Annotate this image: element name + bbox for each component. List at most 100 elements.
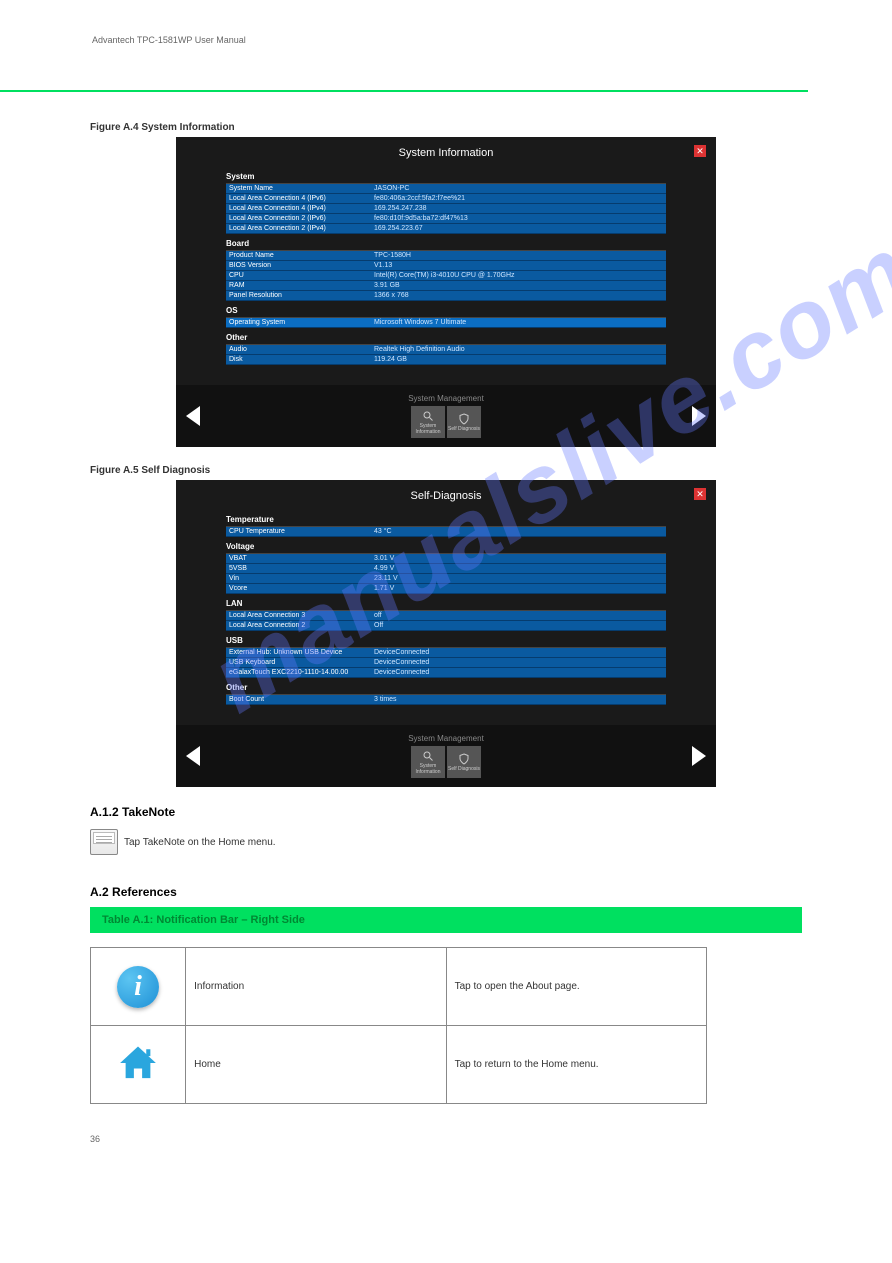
data-key: External Hub: Unknown USB Device <box>229 649 374 656</box>
data-value: TPC-1580H <box>374 252 663 259</box>
references-heading: A.2 References <box>90 885 802 899</box>
data-value: 1.71 V <box>374 585 663 592</box>
tile-label: System Information <box>411 763 445 775</box>
data-key: Panel Resolution <box>229 292 374 299</box>
takenote-heading: A.1.2 TakeNote <box>90 805 802 819</box>
data-row: External Hub: Unknown USB DeviceDeviceCo… <box>226 648 666 658</box>
data-row: Vin23.11 V <box>226 574 666 584</box>
data-key: Vin <box>229 575 374 582</box>
data-key: eGalaxTouch EXC2210-1110-14.00.00 <box>229 669 374 676</box>
tile-label: Self Diagnosis <box>448 766 480 772</box>
data-row: AudioRealtek High Definition Audio <box>226 345 666 355</box>
data-value: 43 °C <box>374 528 663 535</box>
data-row: USB KeyboardDeviceConnected <box>226 658 666 668</box>
section-header: Temperature <box>226 513 666 527</box>
references-table: i InformationTap to open the About page.H… <box>90 947 707 1104</box>
close-icon[interactable]: ✕ <box>694 145 706 157</box>
data-value: fe80:d10f:9d5a:ba72:df47%13 <box>374 215 663 222</box>
self-diagnosis-tile[interactable]: Self Diagnosis <box>447 406 481 438</box>
data-row: Local Area Connection 2 (IPv4)169.254.22… <box>226 224 666 234</box>
self-diagnosis-tile[interactable]: Self Diagnosis <box>447 746 481 778</box>
page-header: Advantech TPC-1581WP User Manual <box>92 35 246 45</box>
data-key: Disk <box>229 356 374 363</box>
tile-label: System Information <box>411 423 445 435</box>
section-header: Other <box>226 331 666 345</box>
data-key: Local Area Connection 3 <box>229 612 374 619</box>
tile-label: Self Diagnosis <box>448 426 480 432</box>
data-value: 4.99 V <box>374 565 663 572</box>
data-key: 5VSB <box>229 565 374 572</box>
data-row: eGalaxTouch EXC2210-1110-14.00.00DeviceC… <box>226 668 666 678</box>
data-key: Audio <box>229 346 374 353</box>
data-row: BIOS VersionV1.13 <box>226 261 666 271</box>
data-value: 169.254.247.238 <box>374 205 663 212</box>
info-icon: i <box>117 966 159 1008</box>
section-header: LAN <box>226 597 666 611</box>
data-value: 3.01 V <box>374 555 663 562</box>
next-arrow-icon[interactable] <box>692 746 706 766</box>
section-header: Other <box>226 681 666 695</box>
system-information-screenshot: System Information ✕ SystemSystem NameJA… <box>176 137 716 447</box>
data-row: Boot Count3 times <box>226 695 666 705</box>
data-key: USB Keyboard <box>229 659 374 666</box>
data-row: Operating SystemMicrosoft Windows 7 Ulti… <box>226 318 666 328</box>
prev-arrow-icon[interactable] <box>186 746 200 766</box>
data-value: Off <box>374 622 663 629</box>
window-title: Self-Diagnosis <box>411 490 482 502</box>
data-row: Product NameTPC-1580H <box>226 251 666 261</box>
close-icon[interactable]: ✕ <box>694 488 706 500</box>
data-key: RAM <box>229 282 374 289</box>
data-row: Panel Resolution1366 x 768 <box>226 291 666 301</box>
data-value: Intel(R) Core(TM) i3-4010U CPU @ 1.70GHz <box>374 272 663 279</box>
data-row: Local Area Connection 3off <box>226 611 666 621</box>
data-key: VBAT <box>229 555 374 562</box>
data-row: CPU Temperature43 °C <box>226 527 666 537</box>
data-key: System Name <box>229 185 374 192</box>
data-value: Realtek High Definition Audio <box>374 346 663 353</box>
prev-arrow-icon[interactable] <box>186 406 200 426</box>
figure-a5-caption: Figure A.5 Self Diagnosis <box>90 465 802 476</box>
data-value: fe80:406a:2ccf:5fa2:f7ee%21 <box>374 195 663 202</box>
data-row: Local Area Connection 4 (IPv6)fe80:406a:… <box>226 194 666 204</box>
system-information-tile[interactable]: System Information <box>411 406 445 438</box>
data-key: BIOS Version <box>229 262 374 269</box>
data-row: Vcore1.71 V <box>226 584 666 594</box>
label-cell: Home <box>186 1026 446 1104</box>
data-value: JASON-PC <box>374 185 663 192</box>
data-row: Local Area Connection 2Off <box>226 621 666 631</box>
data-key: CPU <box>229 272 374 279</box>
section-header: System <box>226 170 666 184</box>
data-value: 3 times <box>374 696 663 703</box>
section-header: USB <box>226 634 666 648</box>
data-row: 5VSB4.99 V <box>226 564 666 574</box>
data-row: System NameJASON-PC <box>226 184 666 194</box>
data-row: Local Area Connection 2 (IPv6)fe80:d10f:… <box>226 214 666 224</box>
label-cell: Information <box>186 948 446 1026</box>
data-value: DeviceConnected <box>374 649 663 656</box>
data-value: 169.254.223.67 <box>374 225 663 232</box>
data-key: CPU Temperature <box>229 528 374 535</box>
data-key: Product Name <box>229 252 374 259</box>
top-divider <box>0 90 808 92</box>
next-arrow-icon[interactable] <box>692 406 706 426</box>
data-row: RAM3.91 GB <box>226 281 666 291</box>
data-value: V1.13 <box>374 262 663 269</box>
page-number: 36 <box>0 1134 892 1144</box>
data-row: CPUIntel(R) Core(TM) i3-4010U CPU @ 1.70… <box>226 271 666 281</box>
table-a1-caption: Table A.1: Notification Bar – Right Side <box>90 907 802 933</box>
desc-cell: Tap to return to the Home menu. <box>446 1026 706 1104</box>
footer-label: System Management <box>408 734 484 743</box>
self-diagnosis-screenshot: Self-Diagnosis ✕ TemperatureCPU Temperat… <box>176 480 716 787</box>
figure-a4-caption: Figure A.4 System Information <box>90 122 802 133</box>
section-header: Board <box>226 237 666 251</box>
data-value: 1366 x 768 <box>374 292 663 299</box>
data-value: DeviceConnected <box>374 659 663 666</box>
table-row: i InformationTap to open the About page. <box>91 948 707 1026</box>
desc-cell: Tap to open the About page. <box>446 948 706 1026</box>
section-header: Voltage <box>226 540 666 554</box>
data-key: Local Area Connection 2 (IPv4) <box>229 225 374 232</box>
system-information-tile[interactable]: System Information <box>411 746 445 778</box>
section-header: OS <box>226 304 666 318</box>
home-icon <box>116 1041 160 1085</box>
icon-cell: i <box>91 948 186 1026</box>
